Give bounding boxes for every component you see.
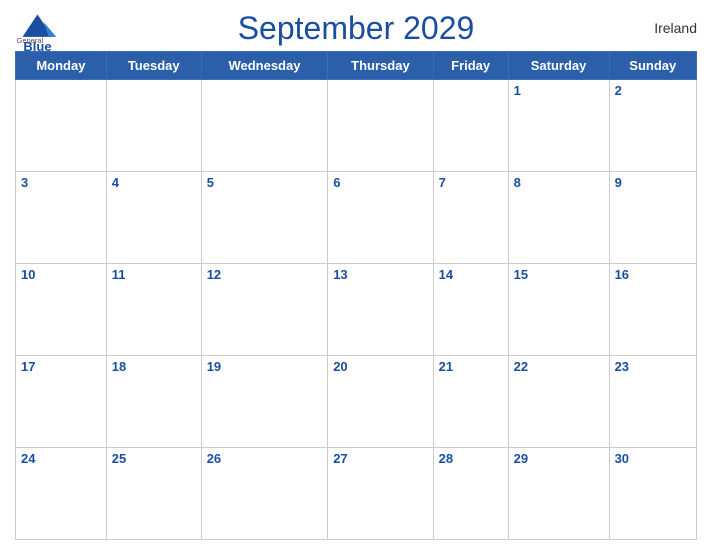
calendar-week-4: 24 25 26 27 28 29 30 bbox=[16, 448, 697, 540]
logo: General Blue bbox=[15, 10, 60, 54]
day-number: 24 bbox=[21, 451, 35, 466]
day-number: 28 bbox=[439, 451, 453, 466]
weekday-header-friday: Friday bbox=[433, 52, 508, 80]
calendar-cell: 6 bbox=[328, 172, 433, 264]
day-number: 25 bbox=[112, 451, 126, 466]
day-number: 13 bbox=[333, 267, 347, 282]
calendar-cell: 22 bbox=[508, 356, 609, 448]
weekday-header-wednesday: Wednesday bbox=[201, 52, 328, 80]
day-number: 5 bbox=[207, 175, 214, 190]
calendar-cell: 15 bbox=[508, 264, 609, 356]
weekday-header-sunday: Sunday bbox=[609, 52, 696, 80]
calendar-table: MondayTuesdayWednesdayThursdayFridaySatu… bbox=[15, 51, 697, 540]
day-number: 2 bbox=[615, 83, 622, 98]
calendar-cell: 27 bbox=[328, 448, 433, 540]
day-number: 20 bbox=[333, 359, 347, 374]
calendar-cell: 18 bbox=[106, 356, 201, 448]
calendar-header-row: MondayTuesdayWednesdayThursdayFridaySatu… bbox=[16, 52, 697, 80]
calendar-cell: 7 bbox=[433, 172, 508, 264]
day-number: 9 bbox=[615, 175, 622, 190]
calendar-cell: 9 bbox=[609, 172, 696, 264]
calendar-cell: 8 bbox=[508, 172, 609, 264]
calendar-week-0: 12 bbox=[16, 80, 697, 172]
calendar-week-1: 3 4 5 6 7 8 9 bbox=[16, 172, 697, 264]
day-number: 12 bbox=[207, 267, 221, 282]
calendar-cell bbox=[16, 80, 107, 172]
day-number: 3 bbox=[21, 175, 28, 190]
calendar-cell: 28 bbox=[433, 448, 508, 540]
day-number: 4 bbox=[112, 175, 119, 190]
calendar-week-3: 17 18 19 20 21 22 23 bbox=[16, 356, 697, 448]
country-label: Ireland bbox=[654, 20, 697, 36]
day-number: 15 bbox=[514, 267, 528, 282]
calendar-cell: 25 bbox=[106, 448, 201, 540]
weekday-header-tuesday: Tuesday bbox=[106, 52, 201, 80]
calendar-cell: 24 bbox=[16, 448, 107, 540]
calendar-cell: 29 bbox=[508, 448, 609, 540]
calendar-cell: 26 bbox=[201, 448, 328, 540]
calendar-cell bbox=[433, 80, 508, 172]
day-number: 11 bbox=[112, 267, 126, 282]
calendar-cell: 5 bbox=[201, 172, 328, 264]
day-number: 16 bbox=[615, 267, 629, 282]
day-number: 10 bbox=[21, 267, 35, 282]
calendar-cell: 2 bbox=[609, 80, 696, 172]
calendar-cell: 10 bbox=[16, 264, 107, 356]
calendar-cell: 13 bbox=[328, 264, 433, 356]
logo-text: Blue bbox=[23, 39, 51, 54]
calendar-cell: 12 bbox=[201, 264, 328, 356]
weekday-header-saturday: Saturday bbox=[508, 52, 609, 80]
calendar-week-2: 10 11 12 13 14 15 16 bbox=[16, 264, 697, 356]
calendar-cell: 21 bbox=[433, 356, 508, 448]
calendar-cell: 14 bbox=[433, 264, 508, 356]
calendar-cell bbox=[328, 80, 433, 172]
calendar-cell: 20 bbox=[328, 356, 433, 448]
day-number: 17 bbox=[21, 359, 35, 374]
calendar-cell: 3 bbox=[16, 172, 107, 264]
day-number: 22 bbox=[514, 359, 528, 374]
day-number: 14 bbox=[439, 267, 453, 282]
day-number: 6 bbox=[333, 175, 340, 190]
day-number: 19 bbox=[207, 359, 221, 374]
calendar-cell: 4 bbox=[106, 172, 201, 264]
calendar-cell bbox=[106, 80, 201, 172]
weekday-header-thursday: Thursday bbox=[328, 52, 433, 80]
day-number: 26 bbox=[207, 451, 221, 466]
day-number: 29 bbox=[514, 451, 528, 466]
calendar-header: General Blue September 2029 Ireland bbox=[15, 10, 697, 47]
calendar-cell: 19 bbox=[201, 356, 328, 448]
calendar-cell: 1 bbox=[508, 80, 609, 172]
weekday-header-monday: Monday bbox=[16, 52, 107, 80]
calendar-cell: 16 bbox=[609, 264, 696, 356]
day-number: 8 bbox=[514, 175, 521, 190]
day-number: 7 bbox=[439, 175, 446, 190]
calendar-cell: 23 bbox=[609, 356, 696, 448]
calendar-title: September 2029 bbox=[238, 10, 475, 47]
calendar-cell: 11 bbox=[106, 264, 201, 356]
day-number: 1 bbox=[514, 83, 521, 98]
day-number: 23 bbox=[615, 359, 629, 374]
day-number: 18 bbox=[112, 359, 126, 374]
day-number: 27 bbox=[333, 451, 347, 466]
day-number: 30 bbox=[615, 451, 629, 466]
calendar-body: 1234567891011121314151617181920212223242… bbox=[16, 80, 697, 540]
calendar-cell bbox=[201, 80, 328, 172]
day-number: 21 bbox=[439, 359, 453, 374]
calendar-cell: 30 bbox=[609, 448, 696, 540]
calendar-cell: 17 bbox=[16, 356, 107, 448]
